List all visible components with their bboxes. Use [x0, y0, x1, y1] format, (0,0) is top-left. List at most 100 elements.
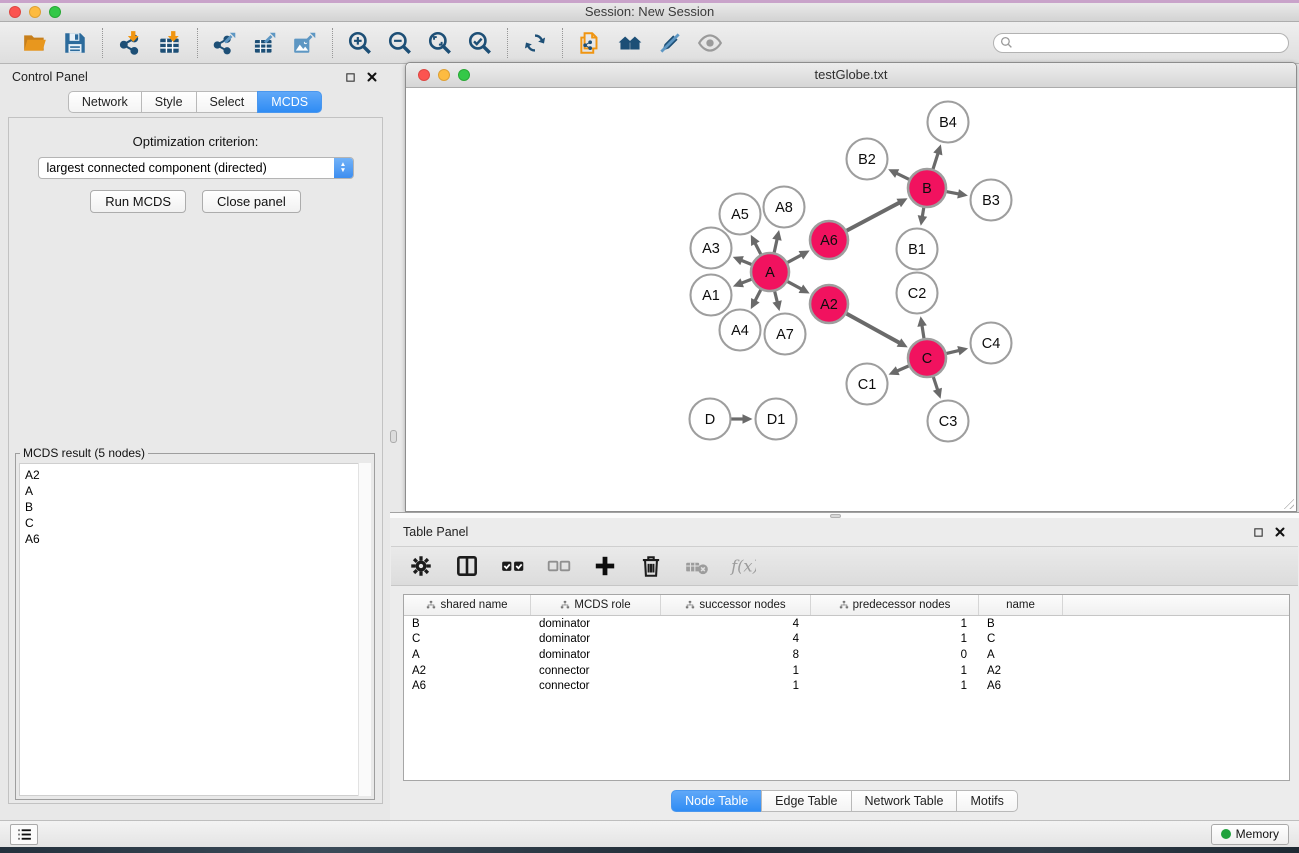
table-row[interactable]: A6connector11A6 [404, 678, 1289, 694]
tab-select[interactable]: Select [196, 91, 258, 113]
search-box[interactable] [993, 33, 1289, 53]
edge-B-B2[interactable] [895, 173, 909, 180]
network-canvas[interactable]: B4B2BB3A8A5A6A3B1AC2A1A2A4A7C4CC1C3DD1 [406, 88, 1296, 511]
tab-edge-table[interactable]: Edge Table [761, 790, 850, 812]
split-columns-icon[interactable] [452, 551, 482, 581]
close-table-panel-icon[interactable] [1274, 526, 1286, 538]
cell-successor-nodes: 8 [661, 649, 811, 661]
network-window-titlebar[interactable]: testGlobe.txt [406, 63, 1296, 88]
tab-network[interactable]: Network [68, 91, 141, 113]
table-row[interactable]: Cdominator41C [404, 632, 1289, 648]
result-scrollbar[interactable] [358, 463, 371, 796]
tab-style[interactable]: Style [141, 91, 196, 113]
table-row[interactable]: Bdominator41B [404, 616, 1289, 632]
column-header-name[interactable]: name [979, 595, 1063, 615]
edge-A-A4[interactable] [754, 289, 761, 302]
edge-B-B3[interactable] [946, 192, 960, 195]
zoom-fit-icon[interactable] [422, 27, 458, 59]
node-label-A6: A6 [820, 233, 838, 249]
result-item[interactable]: A [25, 483, 370, 499]
tab-network-table[interactable]: Network Table [851, 790, 957, 812]
horizontal-split-grip[interactable] [830, 514, 841, 518]
close-panel-icon[interactable] [366, 71, 378, 83]
delete-table-icon[interactable] [682, 551, 712, 581]
edge-A-A6[interactable] [787, 254, 802, 262]
import-table-icon[interactable] [152, 27, 188, 59]
result-item[interactable]: A2 [25, 467, 370, 483]
tab-motifs[interactable]: Motifs [956, 790, 1017, 812]
table-row[interactable]: Adominator80A [404, 647, 1289, 663]
edge-C-C4[interactable] [946, 350, 960, 353]
result-item[interactable]: A6 [25, 531, 370, 547]
node-label-A3: A3 [702, 241, 720, 257]
column-header-MCDS-role[interactable]: MCDS role [531, 595, 661, 615]
run-mcds-button[interactable]: Run MCDS [90, 190, 186, 213]
export-network-icon[interactable] [207, 27, 243, 59]
cell-shared-name: B [404, 618, 531, 630]
eye-icon[interactable] [692, 27, 728, 59]
hide-annotations-icon[interactable] [652, 27, 688, 59]
horizontal-divider[interactable] [390, 512, 1299, 518]
cell-successor-nodes: 1 [661, 680, 811, 692]
refresh-icon[interactable] [517, 27, 553, 59]
column-header-predecessor-nodes[interactable]: predecessor nodes [811, 595, 979, 615]
criterion-dropdown[interactable]: largest connected component (directed) ▲… [38, 157, 354, 179]
import-network-icon[interactable] [112, 27, 148, 59]
zoom-in-icon[interactable] [342, 27, 378, 59]
delete-icon[interactable] [636, 551, 666, 581]
close-panel-button[interactable]: Close panel [202, 190, 301, 213]
node-table[interactable]: shared name MCDS role successor nodesprede… [403, 594, 1290, 781]
export-image-icon[interactable] [287, 27, 323, 59]
add-icon[interactable] [590, 551, 620, 581]
zoom-out-icon[interactable] [382, 27, 418, 59]
column-label: shared name [440, 599, 507, 611]
search-input[interactable] [1017, 36, 1282, 50]
float-table-panel-icon[interactable] [1253, 527, 1264, 538]
zoom-window-button[interactable] [49, 6, 61, 18]
table-row[interactable]: A2connector11A2 [404, 663, 1289, 679]
result-item[interactable]: B [25, 499, 370, 515]
node-label-B: B [922, 181, 932, 197]
clone-network-icon[interactable] [572, 27, 608, 59]
select-all-icon[interactable] [498, 551, 528, 581]
gear-icon[interactable] [406, 551, 436, 581]
cell-predecessor-nodes: 1 [811, 680, 979, 692]
deselect-all-icon[interactable] [544, 551, 574, 581]
function-icon[interactable]: f(x) [728, 551, 758, 581]
edge-C-C1[interactable] [896, 366, 909, 372]
column-header-successor-nodes[interactable]: successor nodes [661, 595, 811, 615]
task-history-button[interactable] [10, 824, 38, 845]
edge-A-A8[interactable] [774, 238, 777, 253]
network-window[interactable]: testGlobe.txt B4B2BB3A8A5A6A3B1AC2A1A2A4… [405, 62, 1297, 512]
tab-node-table[interactable]: Node Table [671, 790, 761, 812]
open-folder-icon[interactable] [17, 27, 53, 59]
edge-B-B4[interactable] [933, 152, 939, 169]
edge-A-A2[interactable] [787, 281, 802, 289]
network-graph[interactable]: B4B2BB3A8A5A6A3B1AC2A1A2A4A7C4CC1C3DD1 [406, 88, 1296, 509]
edge-A-A5[interactable] [754, 242, 761, 255]
save-icon[interactable] [57, 27, 93, 59]
net-zoom-button[interactable] [458, 69, 470, 81]
home-icon[interactable] [612, 27, 648, 59]
export-table-icon[interactable] [247, 27, 283, 59]
arrowhead-A-A7 [772, 300, 781, 311]
node-label-A8: A8 [775, 200, 793, 216]
edge-A6-B[interactable] [846, 202, 900, 231]
tab-mcds[interactable]: MCDS [257, 91, 322, 113]
column-label: MCDS role [574, 599, 630, 611]
net-close-button[interactable] [418, 69, 430, 81]
edge-A2-C[interactable] [846, 313, 901, 343]
mcds-result-list[interactable]: A2ABCA6 [19, 463, 371, 796]
minimize-window-button[interactable] [29, 6, 41, 18]
cell-shared-name: A2 [404, 665, 531, 677]
edge-C-C2[interactable] [922, 324, 924, 339]
memory-button[interactable]: Memory [1211, 824, 1289, 845]
zoom-selected-icon[interactable] [462, 27, 498, 59]
result-item[interactable]: C [25, 515, 370, 531]
close-window-button[interactable] [9, 6, 21, 18]
net-minimize-button[interactable] [438, 69, 450, 81]
vertical-split-grip[interactable] [390, 430, 397, 443]
column-header-shared-name[interactable]: shared name [404, 595, 531, 615]
edge-C-C3[interactable] [933, 376, 938, 391]
float-panel-icon[interactable] [345, 72, 356, 83]
